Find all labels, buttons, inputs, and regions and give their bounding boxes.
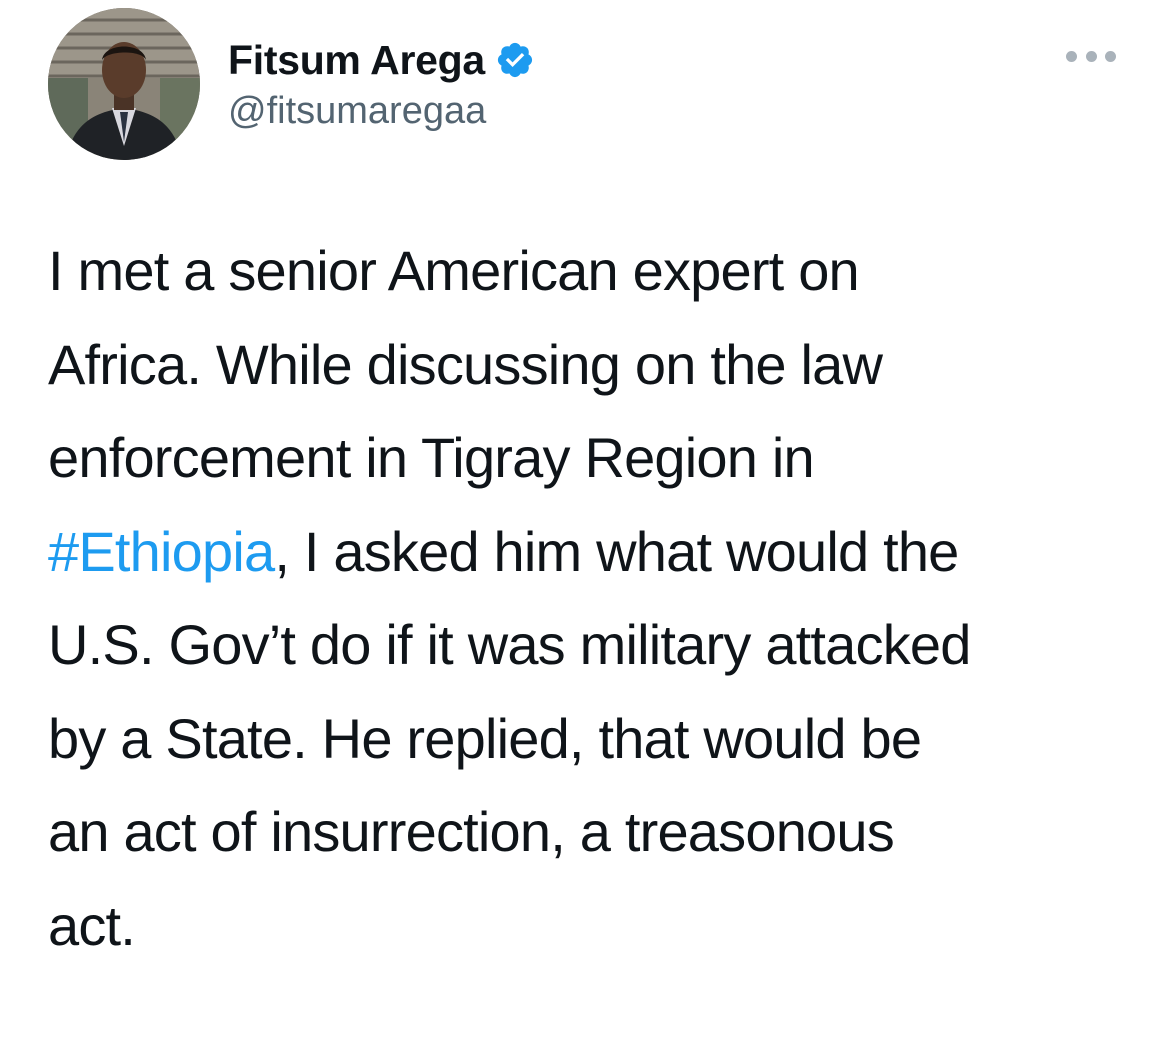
tweet-line: U.S. Gov’t do if it was military attacke… [48,613,971,676]
author-handle[interactable]: @fitsumaregaa [228,90,535,133]
verified-badge-icon [497,42,532,78]
name-row: Fitsum Arega [228,32,535,88]
tweet-line: enforcement in Tigray Region in [48,426,815,489]
tweet-line-with-hashtag: #Ethiopia, I asked him what would the [48,505,1128,599]
author-identity: Fitsum Arega @fitsumaregaa [228,32,535,133]
tweet-line: I met a senior American expert on [48,239,860,302]
more-options-icon[interactable] [1066,44,1116,68]
tweet-line-rest: , I asked him what would the [274,519,959,583]
tweet-header: Fitsum Arega @fitsumaregaa [48,0,1122,200]
tweet-line: act. [48,893,136,957]
dot [1066,50,1077,62]
tweet-line: an act of insurrection, a treasonous [48,800,895,863]
tweet-line: Africa. While discussing on the law [48,332,883,396]
profile-photo [48,8,200,160]
dot [1105,50,1116,62]
dot [1085,50,1097,62]
tweet-line: by a State. He replied, that would be [48,706,922,770]
display-name[interactable]: Fitsum Arega [228,37,485,84]
hashtag-link[interactable]: #Ethiopia [48,520,275,583]
tweet-text: I met a senior American expert on Africa… [48,224,1128,972]
avatar[interactable] [48,8,200,160]
